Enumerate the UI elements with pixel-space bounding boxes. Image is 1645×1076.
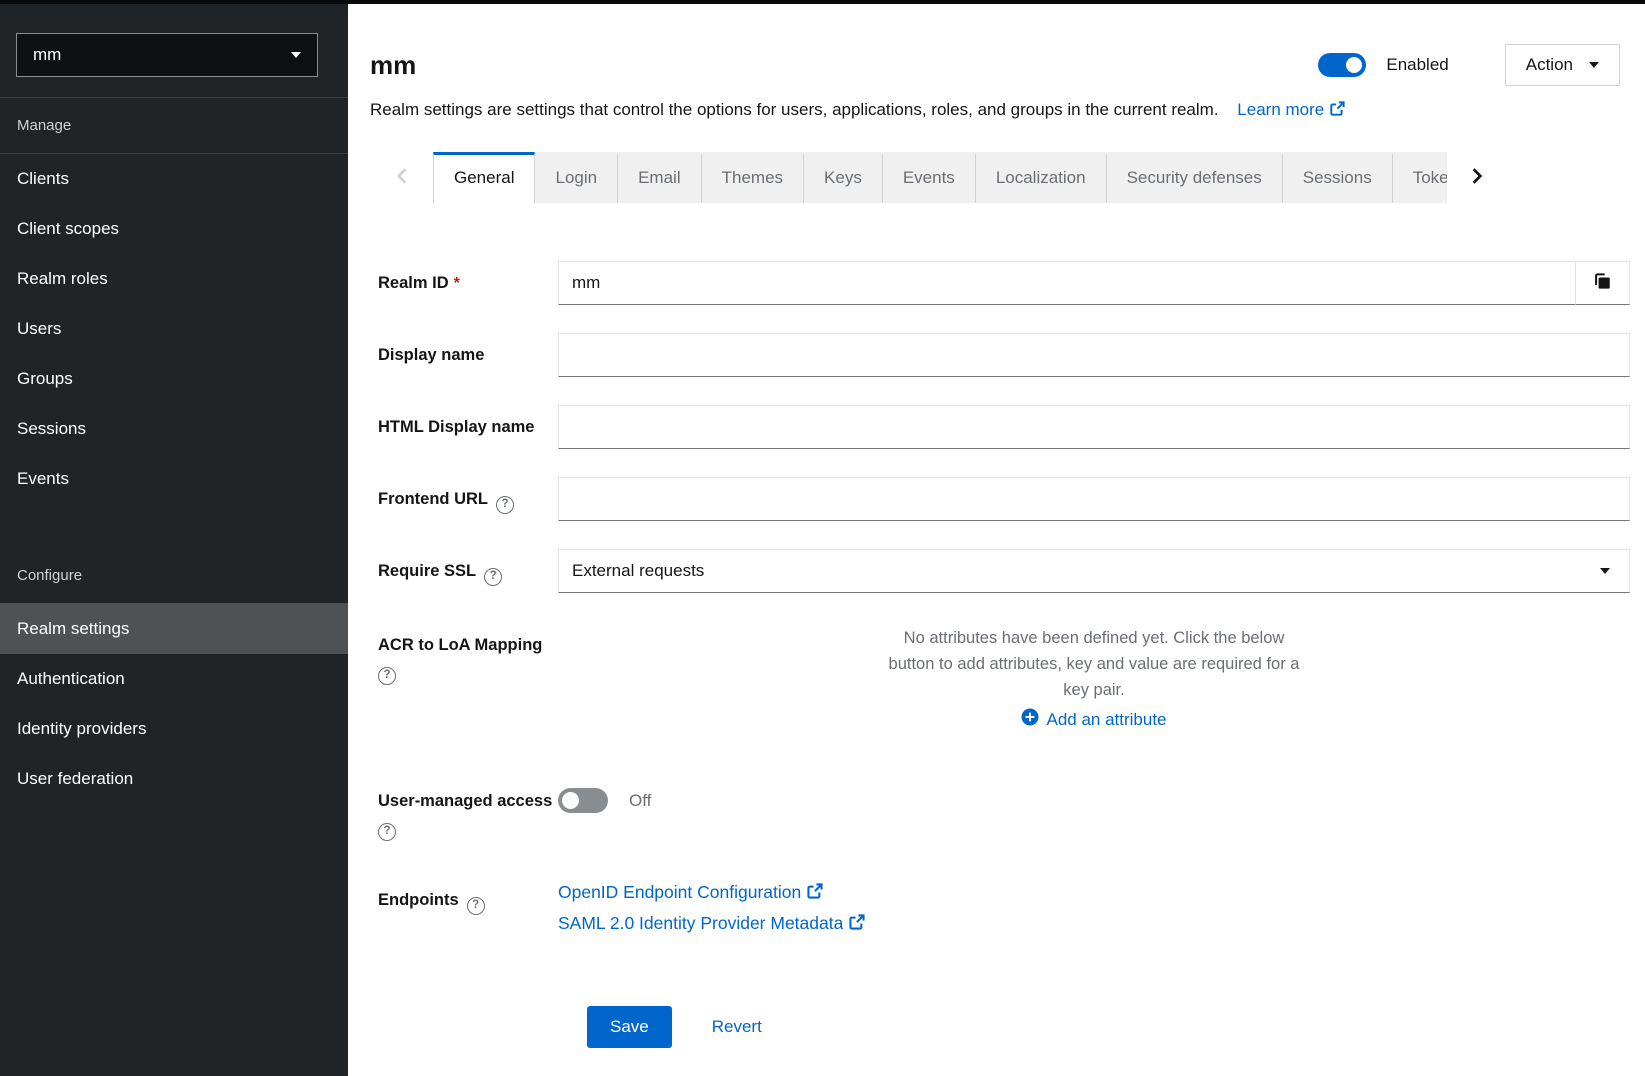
frontend-url-input[interactable] — [558, 477, 1630, 521]
tab-general[interactable]: General — [433, 152, 535, 203]
toggle-knob — [562, 792, 579, 809]
tab-tokens[interactable]: Tokens — [1393, 152, 1447, 203]
sidebar-item-authentication[interactable]: Authentication — [0, 654, 348, 704]
acr-empty-state: No attributes have been defined yet. Cli… — [558, 623, 1630, 731]
form-action-group: Save Revert — [587, 1006, 1630, 1048]
saml-idp-metadata-link[interactable]: SAML 2.0 Identity Provider Metadata — [558, 909, 1630, 940]
revert-button[interactable]: Revert — [712, 1017, 762, 1037]
tab-keys[interactable]: Keys — [804, 152, 883, 203]
page-subtitle: Realm settings are settings that control… — [370, 100, 1219, 119]
help-icon[interactable]: ? — [496, 496, 514, 514]
help-icon[interactable]: ? — [484, 568, 502, 586]
general-settings-form: Realm ID * Display name — [348, 203, 1645, 1048]
user-managed-access-label: User-managed access — [378, 792, 552, 810]
realm-enabled-toggle[interactable] — [1318, 53, 1366, 77]
tab-login[interactable]: Login — [535, 152, 618, 203]
chevron-down-icon — [291, 52, 301, 58]
page-header: mm Enabled Action Realm settings are set… — [348, 4, 1645, 124]
nav-gap — [0, 504, 348, 554]
realm-selector-dropdown[interactable]: mm — [16, 33, 318, 77]
user-managed-access-state: Off — [629, 791, 651, 811]
chevron-down-icon — [1600, 568, 1610, 574]
require-ssl-select[interactable]: External requests — [558, 549, 1630, 593]
display-name-input[interactable] — [558, 333, 1630, 377]
field-row-user-managed-access: User-managed access ? Off — [378, 779, 1630, 841]
external-link-icon — [848, 911, 865, 940]
chevron-down-icon — [1589, 62, 1599, 68]
realm-selector-value: mm — [33, 45, 61, 65]
action-label: Action — [1526, 55, 1573, 75]
help-icon[interactable]: ? — [467, 897, 485, 915]
page-subtitle-row: Realm settings are settings that control… — [370, 98, 1620, 124]
tab-events[interactable]: Events — [883, 152, 976, 203]
html-display-name-input[interactable] — [558, 405, 1630, 449]
sidebar-nav: mm Manage Clients Client scopes Realm ro… — [0, 4, 348, 1076]
sidebar-item-sessions[interactable]: Sessions — [0, 404, 348, 454]
tabs-scroll-right-button[interactable] — [1459, 152, 1495, 203]
required-indicator: * — [454, 275, 460, 292]
acr-empty-state-text: No attributes have been defined yet. Cli… — [558, 625, 1630, 651]
tab-sessions[interactable]: Sessions — [1283, 152, 1393, 203]
sidebar-item-realm-settings[interactable]: Realm settings — [0, 603, 348, 654]
require-ssl-selected-option: External requests — [572, 561, 704, 581]
field-row-html-display-name: HTML Display name — [378, 405, 1630, 449]
external-link-icon — [1329, 100, 1345, 124]
acr-empty-state-text: key pair. — [558, 677, 1630, 703]
nav-section-configure: Configure — [0, 554, 348, 603]
sidebar-item-identity-providers[interactable]: Identity providers — [0, 704, 348, 754]
tabs-viewport: General Login Email Themes Keys Events L… — [433, 152, 1447, 203]
field-row-display-name: Display name — [378, 333, 1630, 377]
main-content: mm Enabled Action Realm settings are set… — [348, 4, 1645, 1076]
external-link-icon — [806, 880, 823, 909]
toggle-knob — [1346, 57, 1362, 73]
openid-endpoint-configuration-link[interactable]: OpenID Endpoint Configuration — [558, 878, 1630, 909]
tab-localization[interactable]: Localization — [976, 152, 1107, 203]
realm-id-input[interactable] — [558, 261, 1575, 305]
field-row-acr-to-loa: ACR to LoA Mapping ? No attributes have … — [378, 623, 1630, 731]
save-button[interactable]: Save — [587, 1006, 672, 1048]
sidebar-item-clients[interactable]: Clients — [0, 154, 348, 204]
sidebar-item-realm-roles[interactable]: Realm roles — [0, 254, 348, 304]
keycloak-admin-console: mm Manage Clients Client scopes Realm ro… — [0, 0, 1645, 1076]
tab-security-defenses[interactable]: Security defenses — [1107, 152, 1283, 203]
sidebar-item-client-scopes[interactable]: Client scopes — [0, 204, 348, 254]
nav-section-manage: Manage — [0, 98, 348, 153]
header-controls: Enabled Action — [1318, 44, 1620, 86]
plus-circle-icon — [1021, 708, 1039, 731]
acr-empty-state-text: button to add attributes, key and value … — [558, 651, 1630, 677]
help-icon[interactable]: ? — [378, 667, 396, 685]
tabs-scroll-left-button[interactable] — [382, 152, 422, 203]
field-row-require-ssl: Require SSL? External requests — [378, 549, 1630, 593]
add-attribute-button[interactable]: Add an attribute — [1021, 708, 1166, 731]
learn-more-link[interactable]: Learn more — [1237, 100, 1345, 119]
page-title: mm — [370, 50, 416, 80]
sidebar-item-groups[interactable]: Groups — [0, 354, 348, 404]
user-managed-access-toggle[interactable] — [558, 788, 608, 813]
frontend-url-label: Frontend URL — [378, 490, 488, 508]
html-display-name-label: HTML Display name — [378, 418, 534, 436]
sidebar-item-events[interactable]: Events — [0, 454, 348, 504]
realm-id-label: Realm ID — [378, 274, 449, 292]
chevron-right-icon — [1470, 167, 1484, 188]
sidebar-item-users[interactable]: Users — [0, 304, 348, 354]
chevron-left-icon — [395, 167, 409, 188]
sidebar-item-user-federation[interactable]: User federation — [0, 754, 348, 804]
display-name-label: Display name — [378, 346, 484, 364]
copy-icon — [1593, 272, 1612, 294]
tab-email[interactable]: Email — [618, 152, 702, 203]
field-row-realm-id: Realm ID * — [378, 261, 1630, 305]
field-row-frontend-url: Frontend URL? — [378, 477, 1630, 521]
enabled-label: Enabled — [1386, 55, 1448, 75]
field-row-endpoints: Endpoints? OpenID Endpoint Configuration… — [378, 878, 1630, 940]
copy-to-clipboard-button[interactable] — [1575, 261, 1630, 305]
tab-themes[interactable]: Themes — [702, 152, 804, 203]
require-ssl-label: Require SSL — [378, 562, 476, 580]
action-dropdown-button[interactable]: Action — [1505, 44, 1620, 86]
endpoints-label: Endpoints — [378, 891, 459, 909]
acr-to-loa-label: ACR to LoA Mapping — [378, 636, 542, 654]
help-icon[interactable]: ? — [378, 823, 396, 841]
realm-settings-tabs: General Login Email Themes Keys Events L… — [348, 152, 1645, 203]
